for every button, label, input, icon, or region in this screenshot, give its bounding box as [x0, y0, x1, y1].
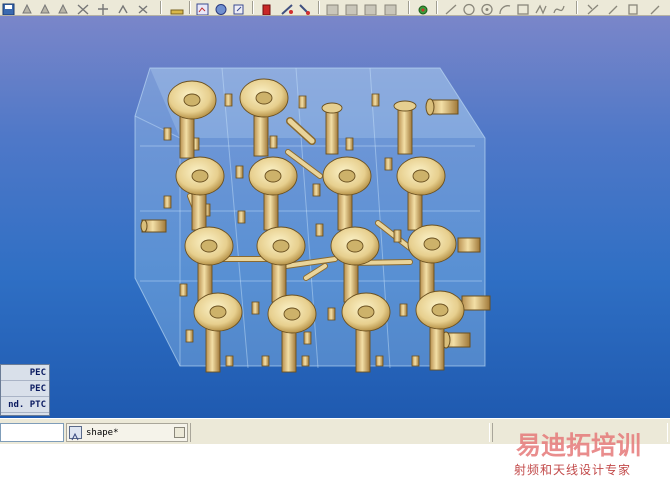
draw-polyline-icon[interactable] [462, 1, 476, 15]
boolean-intersect-icon[interactable] [364, 1, 378, 15]
rotate-view-icon[interactable] [232, 1, 246, 15]
probe-icon[interactable] [298, 1, 312, 15]
input-connector [140, 219, 167, 233]
draw-box-icon[interactable] [516, 1, 530, 15]
watermark-subtitle: 射频和天线设计专家 [514, 463, 632, 477]
toolbar-separator [576, 1, 578, 14]
status-field [190, 423, 490, 442]
output-connector-mid [457, 237, 481, 253]
save-icon[interactable] [2, 1, 16, 15]
boolean-subtract-icon[interactable] [345, 1, 359, 15]
view-icon[interactable] [196, 1, 210, 15]
material-legend-panel: PEC PEC nd. PTC [0, 364, 50, 416]
fit-icon[interactable] [56, 1, 70, 14]
document-icon [69, 426, 82, 441]
material-legend-item: PEC [1, 381, 49, 397]
measure-icon[interactable] [170, 1, 184, 15]
output-connector-bottom [439, 331, 471, 349]
draw-sweep-icon[interactable] [626, 1, 640, 15]
close-icon[interactable] [174, 427, 185, 438]
output-connector-top [425, 98, 459, 116]
3d-modeler-viewport[interactable]: PEC PEC nd. PTC [0, 16, 670, 418]
draw-circle-icon[interactable] [480, 1, 494, 15]
material-icon[interactable] [214, 1, 228, 15]
wire-icon[interactable] [280, 1, 294, 15]
command-input[interactable] [0, 423, 64, 442]
tab-shape[interactable]: shape* [66, 423, 188, 442]
zoom-icon[interactable] [38, 1, 52, 14]
draw-sheet-icon[interactable] [606, 1, 620, 15]
draw-curve-icon[interactable] [534, 1, 548, 15]
draw-helix-icon[interactable] [648, 1, 662, 15]
output-connector-right [461, 295, 491, 311]
toolbar-separator [318, 1, 320, 14]
watermark-logo-text: 易迪拓培训 [516, 431, 642, 460]
toolbar-separator [189, 1, 191, 14]
boolean-insert-icon[interactable] [384, 1, 398, 15]
toolbar-separator [436, 1, 438, 14]
tab-label: shape* [86, 427, 119, 438]
material-legend-item: nd. PTC [1, 397, 49, 413]
select-edge-icon[interactable] [136, 1, 150, 14]
draw-arc-icon[interactable] [498, 1, 512, 15]
material-legend-item: PEC [1, 365, 49, 381]
filter-model-scene[interactable] [0, 16, 670, 418]
port-icon[interactable] [260, 1, 274, 15]
toolbar-separator [408, 1, 410, 14]
toolbar-separator [252, 1, 254, 14]
draw-face-icon[interactable] [586, 1, 600, 15]
draw-spline-icon[interactable] [552, 1, 566, 14]
rotate-icon[interactable] [20, 1, 34, 14]
pick-point-icon[interactable] [416, 1, 430, 15]
toolbar-separator [160, 1, 162, 14]
boolean-add-icon[interactable] [326, 1, 340, 15]
main-toolbar [0, 0, 670, 16]
pick-icon[interactable] [96, 1, 110, 15]
select-face-icon[interactable] [116, 1, 130, 14]
select-icon[interactable] [76, 1, 90, 15]
draw-line-icon[interactable] [444, 1, 458, 15]
